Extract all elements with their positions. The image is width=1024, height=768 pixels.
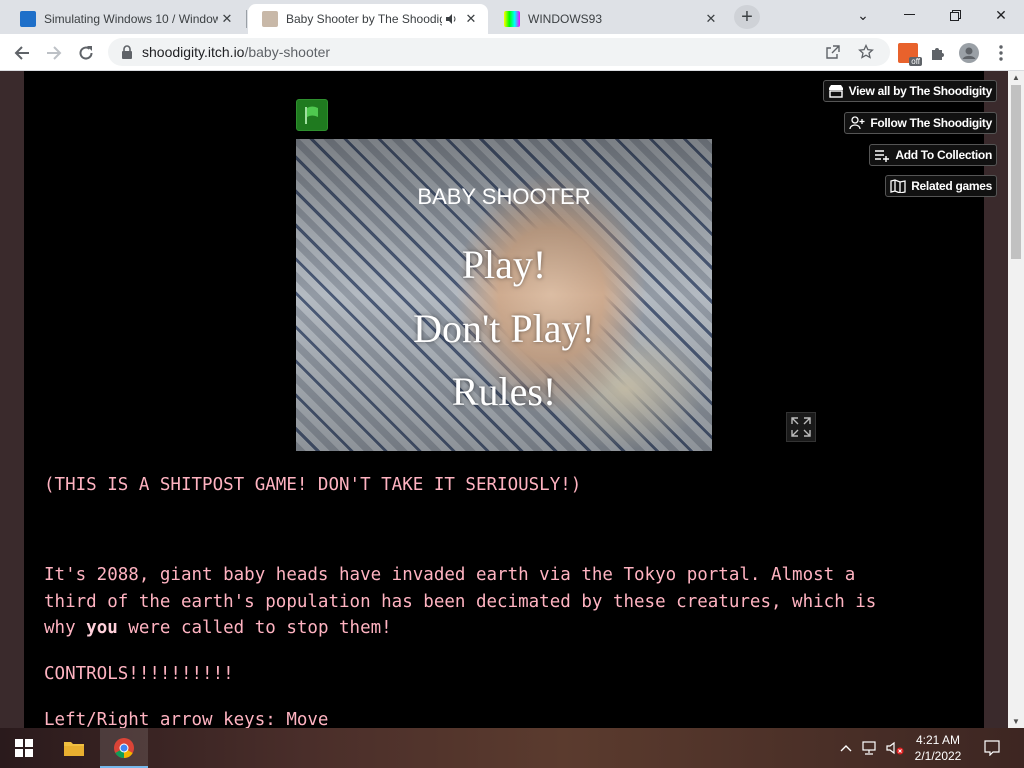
- clock-time: 4:21 AM: [915, 733, 961, 747]
- add-to-collection-label: Add To Collection: [895, 148, 992, 162]
- close-tab-icon[interactable]: ✕: [462, 10, 480, 28]
- dont-play-option[interactable]: Don't Play!: [296, 305, 712, 352]
- rules-option[interactable]: Rules!: [296, 368, 712, 415]
- tab-baby-shooter[interactable]: Baby Shooter by The Shoodigity ✕: [248, 4, 488, 34]
- extensions-puzzle-icon[interactable]: [924, 39, 952, 67]
- browser-toolbar: shoodigity.itch.io/baby-shooter off: [0, 34, 1024, 71]
- controls-heading: CONTROLS!!!!!!!!!!: [44, 664, 234, 684]
- controls-move-line: Left/Right arrow keys: Move: [44, 710, 329, 728]
- related-games-button[interactable]: Related games: [885, 175, 997, 197]
- tab-title: Simulating Windows 10 / Windows: [44, 12, 218, 26]
- game-title: BABY SHOOTER: [417, 184, 591, 209]
- shitpost-notice: (THIS IS A SHITPOST GAME! DON'T TAKE IT …: [44, 475, 582, 495]
- profile-avatar[interactable]: [955, 39, 983, 67]
- related-games-label: Related games: [911, 179, 992, 193]
- windows-taskbar: 4:21 AM 2/1/2022: [0, 728, 1024, 768]
- windows93-favicon: [504, 11, 520, 27]
- system-clock[interactable]: 4:21 AM 2/1/2022: [904, 732, 972, 764]
- file-explorer-icon[interactable]: [50, 728, 98, 768]
- itch-store-icon: [828, 85, 843, 98]
- url-text: shoodigity.itch.io/baby-shooter: [142, 44, 331, 60]
- new-tab-button[interactable]: +: [734, 5, 760, 29]
- tab-title: WINDOWS93: [528, 12, 603, 26]
- windows-logo-icon: [15, 739, 33, 757]
- extension-badge: off: [909, 57, 922, 66]
- address-bar[interactable]: shoodigity.itch.io/baby-shooter: [108, 38, 890, 66]
- emphasis-you: you: [86, 618, 118, 638]
- close-tab-icon[interactable]: ✕: [218, 10, 236, 28]
- tab-simulating-windows[interactable]: Simulating Windows 10 / Windows ✕: [6, 4, 244, 34]
- story-line-3: why you were called to stop them!: [44, 618, 392, 638]
- fullscreen-button[interactable]: [786, 412, 816, 442]
- scroll-down-arrow-icon[interactable]: ▼: [1012, 717, 1020, 726]
- scrollbar-thumb[interactable]: [1011, 85, 1021, 259]
- flag-icon: [305, 106, 318, 124]
- restore-button[interactable]: [932, 0, 978, 30]
- itch-game-favicon: [262, 11, 278, 27]
- volume-muted-icon[interactable]: [884, 728, 906, 768]
- play-option[interactable]: Play!: [296, 241, 712, 288]
- browser-menu-icon[interactable]: [987, 39, 1015, 67]
- green-flag-start-button[interactable]: [296, 99, 328, 131]
- back-button[interactable]: [8, 39, 36, 67]
- start-button[interactable]: [0, 728, 48, 768]
- tab-title: Baby Shooter by The Shoodigity: [286, 12, 442, 26]
- tab-windows93[interactable]: WINDOWS93 ✕: [490, 4, 728, 34]
- share-icon[interactable]: [818, 38, 846, 66]
- tab-divider: [246, 10, 247, 28]
- add-to-collection-button[interactable]: Add To Collection: [869, 144, 997, 166]
- map-icon: [890, 179, 906, 193]
- add-user-icon: [849, 116, 865, 130]
- speaker-icon[interactable]: [442, 10, 460, 28]
- follow-label: Follow The Shoodigity: [870, 116, 992, 130]
- scroll-up-arrow-icon[interactable]: ▲: [1012, 73, 1020, 82]
- tab-strip: Simulating Windows 10 / Windows ✕ Baby S…: [0, 0, 1024, 34]
- chrome-taskbar-icon[interactable]: [100, 728, 148, 768]
- reload-button[interactable]: [72, 39, 100, 67]
- tab-search-chevron-icon[interactable]: ⌄: [840, 0, 886, 30]
- show-hidden-icons-chevron-icon[interactable]: [836, 728, 856, 768]
- bookmark-star-icon[interactable]: [852, 38, 880, 66]
- minimize-button[interactable]: [886, 0, 932, 30]
- playlist-add-icon: [875, 150, 890, 162]
- follow-button[interactable]: Follow The Shoodigity: [844, 112, 997, 134]
- forward-button[interactable]: [40, 39, 68, 67]
- story-line-1: It's 2088, giant baby heads have invaded…: [44, 565, 856, 585]
- simulating-windows-favicon: [20, 11, 36, 27]
- game-canvas[interactable]: BABY SHOOTER Play! Don't Play! Rules!: [296, 139, 712, 451]
- view-all-label: View all by The Shoodigity: [848, 84, 993, 98]
- close-window-button[interactable]: ✕: [978, 0, 1024, 30]
- view-all-button[interactable]: View all by The Shoodigity: [822, 80, 997, 102]
- close-tab-icon[interactable]: ✕: [702, 10, 720, 28]
- notifications-icon[interactable]: [980, 728, 1004, 768]
- web-page: View all by The Shoodigity Follow The Sh…: [0, 71, 1008, 728]
- lock-icon[interactable]: [120, 44, 134, 60]
- story-line-2: third of the earth's population has been…: [44, 592, 877, 612]
- extension-off-icon[interactable]: off: [894, 39, 922, 67]
- clock-date: 2/1/2022: [914, 749, 962, 763]
- network-icon[interactable]: [860, 728, 882, 768]
- fullscreen-icon: [791, 417, 811, 437]
- page-scrollbar[interactable]: ▲ ▼: [1008, 71, 1024, 728]
